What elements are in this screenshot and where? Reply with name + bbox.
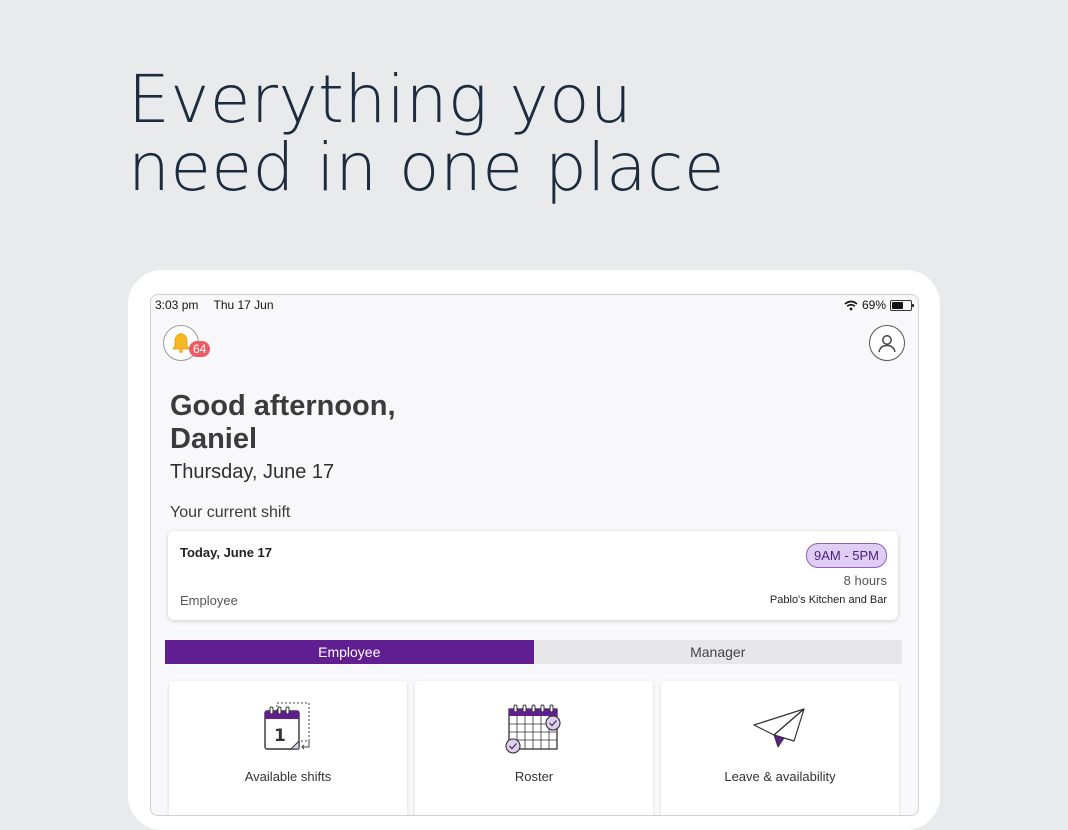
battery-percent: 69% (861, 298, 886, 312)
leave-availability-tile[interactable]: Leave & availability (661, 681, 899, 815)
tab-manager[interactable]: Manager (534, 640, 903, 664)
shift-hours: 8 hours (843, 573, 887, 588)
shift-role: Employee (180, 593, 238, 608)
wifi-icon (844, 300, 858, 310)
quick-actions: 1 Available shifts Roster Leave & availa… (169, 681, 899, 815)
calendar-day-icon: 1 (264, 702, 310, 750)
app-screen: 3:03 pm Thu 17 Jun 69% 64 Good afternoon… (150, 294, 919, 816)
roster-tile[interactable]: Roster (415, 681, 653, 815)
current-shift-card[interactable]: Today, June 17 Employee 9AM - 5PM 8 hour… (168, 531, 898, 620)
shift-date: Today, June 17 (180, 545, 272, 560)
notification-count-badge: 64 (189, 341, 211, 357)
roster-calendar-icon (505, 704, 561, 754)
today-date: Thursday, June 17 (170, 461, 335, 483)
headline-line-1: Everything you (128, 61, 633, 138)
profile-button[interactable] (869, 325, 905, 361)
shift-location: Pablo's Kitchen and Bar (769, 594, 887, 606)
status-bar: 3:03 pm Thu 17 Jun 69% (151, 295, 918, 315)
current-shift-label: Your current shift (170, 504, 291, 521)
mode-switcher: Employee Manager (165, 640, 902, 664)
svg-text:1: 1 (274, 726, 286, 746)
bell-icon (172, 332, 190, 353)
leave-availability-label: Leave & availability (724, 769, 836, 784)
user-icon (878, 335, 896, 353)
status-time: 3:03 pm (155, 298, 199, 312)
paper-plane-icon (753, 708, 805, 748)
battery-level (892, 301, 903, 309)
available-shifts-label: Available shifts (244, 769, 332, 784)
headline: Everything you need in one place (128, 66, 725, 202)
headline-line-2: need in one place (128, 129, 725, 206)
greeting-line-1: Good afternoon, (170, 390, 396, 422)
tab-employee[interactable]: Employee (165, 640, 534, 664)
roster-label: Roster (514, 769, 554, 784)
greeting: Good afternoon, Daniel (170, 390, 396, 456)
available-shifts-tile[interactable]: 1 Available shifts (169, 681, 407, 815)
status-date: Thu 17 Jun (213, 298, 274, 312)
greeting-name: Daniel (170, 423, 258, 455)
shift-time-pill: 9AM - 5PM (805, 543, 887, 568)
battery-icon (890, 299, 914, 311)
